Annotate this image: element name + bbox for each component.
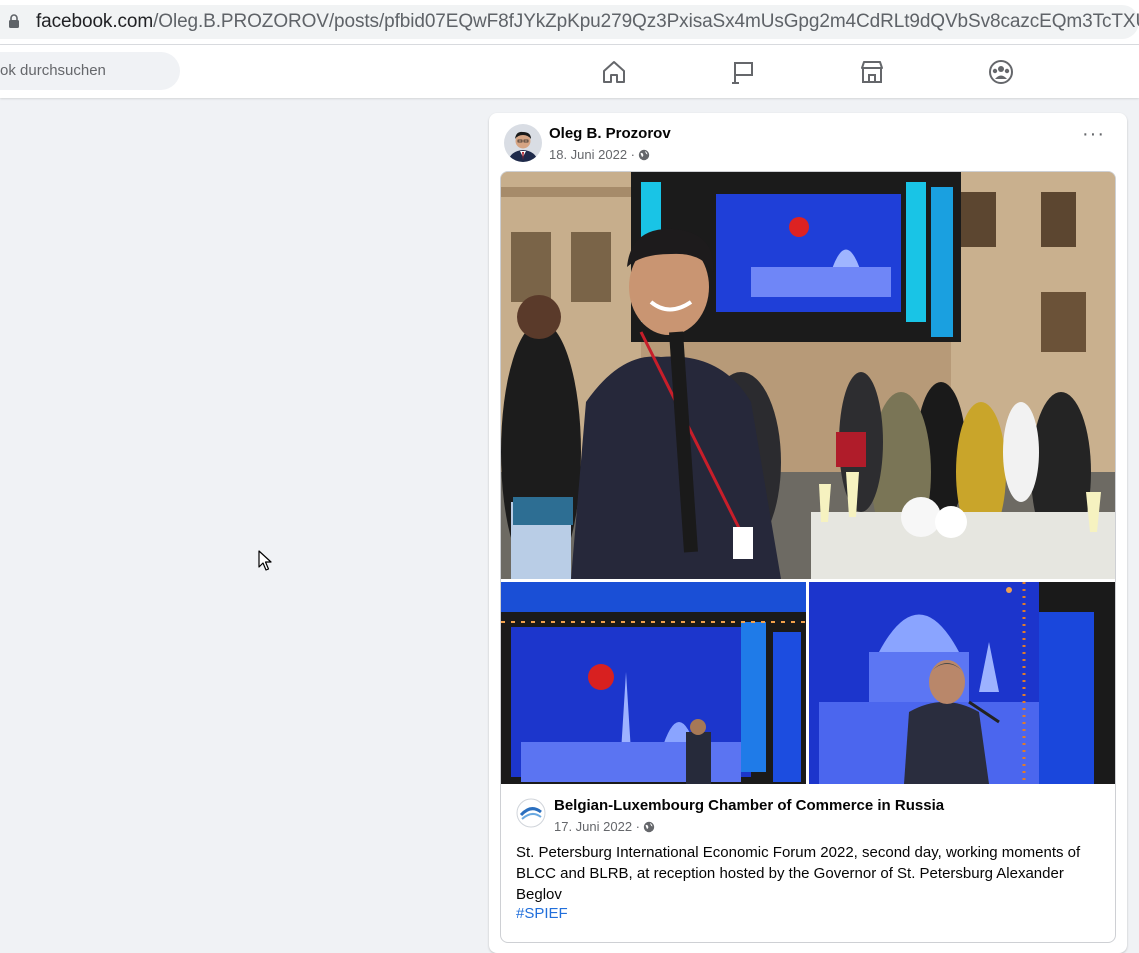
shared-page-name[interactable]: Belgian-Luxembourg Chamber of Commerce i… <box>554 797 944 814</box>
hashtag-link[interactable]: #SPIEF <box>516 905 568 922</box>
shared-post-date[interactable]: 17. Juni 2022 · <box>554 819 640 834</box>
pages-flag-icon[interactable] <box>729 58 757 86</box>
shared-post-meta: 17. Juni 2022 · <box>554 819 655 834</box>
search-input[interactable]: ok durchsuchen <box>0 52 180 90</box>
mouse-cursor-icon <box>258 550 272 571</box>
author-avatar[interactable] <box>504 124 542 162</box>
browser-address-bar: facebook.com/Oleg.B.PROZOROV/posts/pfbid… <box>0 0 1139 45</box>
facebook-nav-bar: ok durchsuchen <box>0 45 1139 98</box>
url-text[interactable]: facebook.com/Oleg.B.PROZOROV/posts/pfbid… <box>36 10 1139 34</box>
photo-stage-left[interactable] <box>501 582 806 784</box>
lock-icon[interactable] <box>8 14 20 28</box>
post-card: Oleg B. Prozorov 18. Juni 2022 · ··· Bel… <box>489 113 1127 953</box>
url-path: /Oleg.B.PROZOROV/posts/pfbid07EQwF8fJYkZ… <box>153 11 1139 32</box>
photo-reception-main[interactable] <box>501 172 1115 579</box>
more-options-button[interactable]: ··· <box>1082 124 1105 144</box>
globe-icon[interactable] <box>638 149 650 161</box>
post-meta: 18. Juni 2022 · <box>549 147 650 162</box>
marketplace-icon[interactable] <box>858 58 886 86</box>
shared-post-caption: St. Petersburg International Economic Fo… <box>516 844 1081 903</box>
search-placeholder: ok durchsuchen <box>0 62 106 79</box>
chamber-logo-avatar[interactable] <box>516 798 546 828</box>
photo-speaker-right[interactable] <box>809 582 1115 784</box>
shared-post[interactable]: Belgian-Luxembourg Chamber of Commerce i… <box>500 171 1116 943</box>
home-icon[interactable] <box>600 58 628 86</box>
post-author-name[interactable]: Oleg B. Prozorov <box>549 125 671 142</box>
post-date[interactable]: 18. Juni 2022 · <box>549 147 635 162</box>
groups-icon[interactable] <box>987 58 1015 86</box>
url-host: facebook.com <box>36 11 154 32</box>
globe-icon[interactable] <box>643 821 655 833</box>
